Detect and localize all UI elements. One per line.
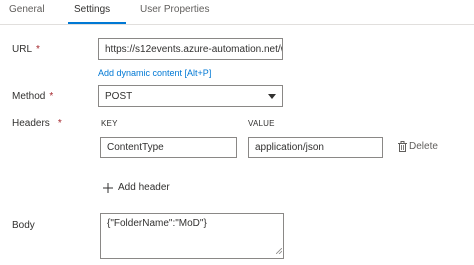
method-label: Method * xyxy=(12,91,54,102)
key-column-heading: KEY xyxy=(101,119,118,128)
add-header-button[interactable]: Add header xyxy=(103,182,170,193)
headers-label: Headers * xyxy=(12,118,62,129)
url-input[interactable]: https://s12events.azure-automation.net/w… xyxy=(98,38,283,60)
header-key-input[interactable]: ContentType xyxy=(100,137,237,158)
body-textarea-value: {"FolderName":"MoD"} xyxy=(107,218,207,229)
add-dynamic-content-link[interactable]: Add dynamic content [Alt+P] xyxy=(98,68,211,78)
header-key-value: ContentType xyxy=(107,142,164,153)
header-value-input[interactable]: application/json xyxy=(248,137,383,158)
tab-divider xyxy=(0,24,474,25)
method-select[interactable]: POST xyxy=(98,85,283,107)
delete-label: Delete xyxy=(409,141,438,152)
add-header-label: Add header xyxy=(118,182,170,193)
chevron-down-icon xyxy=(268,91,276,102)
url-label: URL * xyxy=(12,44,40,55)
tab-user-properties[interactable]: User Properties xyxy=(140,4,209,15)
body-label: Body xyxy=(12,220,35,231)
required-marker: * xyxy=(57,118,62,129)
plus-icon xyxy=(103,182,113,193)
tab-general[interactable]: General xyxy=(9,4,45,15)
required-marker: * xyxy=(49,91,54,102)
tab-settings[interactable]: Settings xyxy=(74,4,110,15)
url-input-value: https://s12events.azure-automation.net/w… xyxy=(105,43,283,55)
required-marker: * xyxy=(36,44,40,55)
body-textarea[interactable]: {"FolderName":"MoD"} xyxy=(100,213,284,259)
resize-grip-icon[interactable] xyxy=(275,246,283,257)
method-select-value: POST xyxy=(105,90,133,102)
header-value-value: application/json xyxy=(255,142,324,153)
value-column-heading: VALUE xyxy=(248,119,275,128)
delete-header-button[interactable]: Delete xyxy=(398,141,438,152)
trash-icon xyxy=(398,141,407,152)
